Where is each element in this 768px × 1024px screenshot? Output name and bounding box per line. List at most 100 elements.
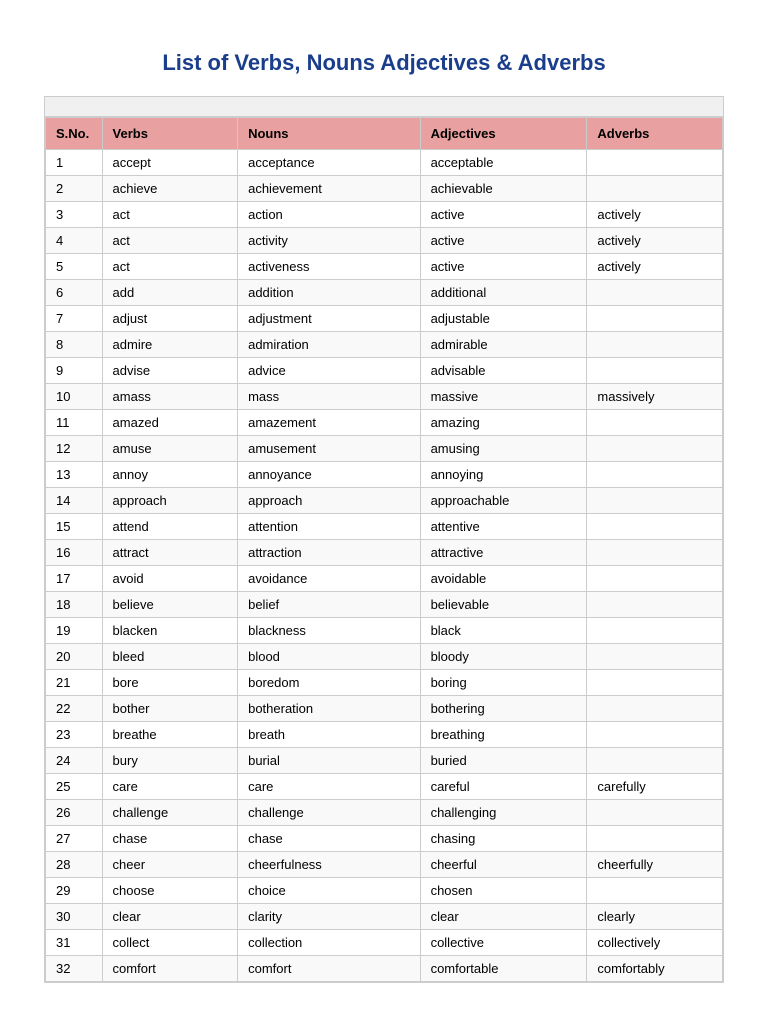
cell-noun: choice [238,878,420,904]
cell-noun: care [238,774,420,800]
table-row: 24buryburialburied [46,748,723,774]
cell-sno: 7 [46,306,103,332]
cell-adjective: chosen [420,878,587,904]
cell-verb: collect [102,930,238,956]
cell-adjective: challenging [420,800,587,826]
cell-sno: 26 [46,800,103,826]
cell-noun: action [238,202,420,228]
cell-adjective: advisable [420,358,587,384]
cell-adjective: clear [420,904,587,930]
cell-verb: believe [102,592,238,618]
table-row: 31collectcollectioncollectivecollectivel… [46,930,723,956]
cell-adverb [587,696,723,722]
cell-adjective: buried [420,748,587,774]
cell-verb: add [102,280,238,306]
cell-sno: 31 [46,930,103,956]
page-title: List of Verbs, Nouns Adjectives & Adverb… [20,50,748,76]
header-adverbs: Adverbs [587,118,723,150]
cell-sno: 24 [46,748,103,774]
cell-adjective: active [420,228,587,254]
cell-adverb [587,150,723,176]
cell-sno: 13 [46,462,103,488]
cell-adverb [587,592,723,618]
cell-adjective: cheerful [420,852,587,878]
cell-sno: 2 [46,176,103,202]
cell-adjective: approachable [420,488,587,514]
table-row: 8admireadmirationadmirable [46,332,723,358]
header-sno: S.No. [46,118,103,150]
cell-verb: bother [102,696,238,722]
cell-sno: 17 [46,566,103,592]
table-header-row: S.No. Verbs Nouns Adjectives Adverbs [46,118,723,150]
table-row: 2achieveachievementachievable [46,176,723,202]
cell-adverb [587,566,723,592]
cell-noun: advice [238,358,420,384]
cell-adverb: actively [587,202,723,228]
table-row: 12amuseamusementamusing [46,436,723,462]
cell-adverb: actively [587,254,723,280]
cell-adjective: collective [420,930,587,956]
cell-sno: 14 [46,488,103,514]
cell-noun: amusement [238,436,420,462]
table-row: 13annoyannoyanceannoying [46,462,723,488]
cell-adjective: breathing [420,722,587,748]
table-row: 20bleedbloodbloody [46,644,723,670]
cell-adjective: avoidable [420,566,587,592]
cell-adverb: actively [587,228,723,254]
cell-sno: 18 [46,592,103,618]
cell-adjective: amusing [420,436,587,462]
cell-adverb: collectively [587,930,723,956]
header-verbs: Verbs [102,118,238,150]
cell-noun: amazement [238,410,420,436]
cell-noun: botheration [238,696,420,722]
cell-noun: achievement [238,176,420,202]
cell-noun: chase [238,826,420,852]
cell-verb: approach [102,488,238,514]
cell-sno: 9 [46,358,103,384]
cell-sno: 19 [46,618,103,644]
cell-sno: 25 [46,774,103,800]
cell-adjective: active [420,202,587,228]
cell-adverb [587,826,723,852]
cell-adjective: believable [420,592,587,618]
cell-noun: activeness [238,254,420,280]
cell-verb: amazed [102,410,238,436]
cell-adverb [587,748,723,774]
cell-adverb [587,644,723,670]
table-row: 10amassmassmassivemassively [46,384,723,410]
cell-verb: act [102,228,238,254]
cell-verb: care [102,774,238,800]
cell-adjective: black [420,618,587,644]
cell-verb: cheer [102,852,238,878]
table-row: 32comfortcomfortcomfortablecomfortably [46,956,723,982]
cell-sno: 28 [46,852,103,878]
cell-adverb [587,514,723,540]
cell-sno: 22 [46,696,103,722]
cell-adjective: bothering [420,696,587,722]
cell-verb: advise [102,358,238,384]
cell-verb: comfort [102,956,238,982]
table-row: 1acceptacceptanceacceptable [46,150,723,176]
cell-verb: achieve [102,176,238,202]
cell-adverb: clearly [587,904,723,930]
cell-adjective: active [420,254,587,280]
cell-noun: blood [238,644,420,670]
cell-adverb [587,878,723,904]
cell-verb: bury [102,748,238,774]
cell-noun: boredom [238,670,420,696]
cell-adverb [587,670,723,696]
top-bar [44,96,724,116]
cell-sno: 27 [46,826,103,852]
cell-adjective: achievable [420,176,587,202]
cell-noun: adjustment [238,306,420,332]
cell-sno: 5 [46,254,103,280]
cell-noun: blackness [238,618,420,644]
cell-sno: 1 [46,150,103,176]
cell-adverb [587,618,723,644]
cell-adverb [587,436,723,462]
header-nouns: Nouns [238,118,420,150]
cell-noun: belief [238,592,420,618]
cell-sno: 21 [46,670,103,696]
cell-adjective: boring [420,670,587,696]
cell-verb: accept [102,150,238,176]
